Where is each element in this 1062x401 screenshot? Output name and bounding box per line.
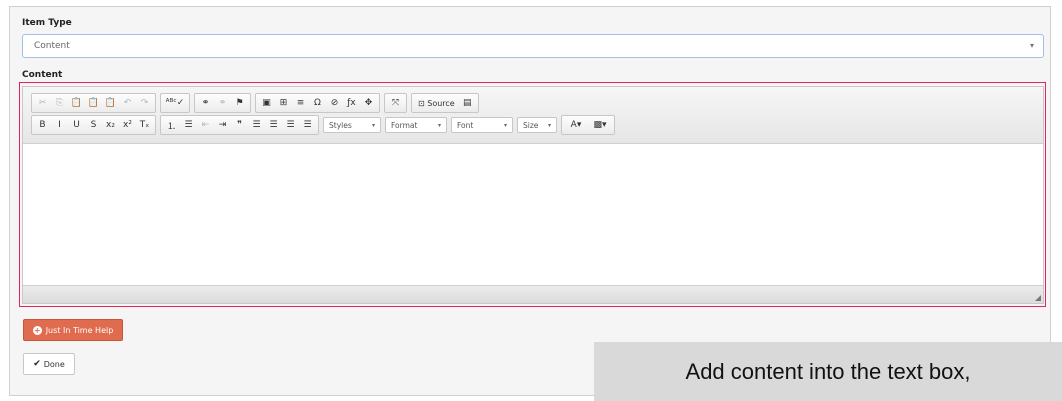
align-justify-icon[interactable]: ☰ — [299, 117, 316, 133]
spellcheck-icon[interactable]: ᴬᴮᶜ✓ — [163, 95, 187, 111]
table-icon[interactable]: ⊞ — [275, 95, 292, 111]
special-char-icon[interactable]: Ω — [309, 95, 326, 111]
cut-icon[interactable]: ✂ — [34, 95, 51, 111]
paste-word-icon[interactable]: 📋 — [102, 95, 119, 111]
strikethrough-icon[interactable]: S — [85, 117, 102, 133]
bulleted-list-icon[interactable]: ☰ — [180, 117, 197, 133]
underline-icon[interactable]: U — [68, 117, 85, 133]
editor-content-area[interactable] — [23, 144, 1043, 285]
toolbar-group-2-1: ⒈ ☰ ⇤ ⇥ ❞ ☰ ☰ ☰ ☰ — [160, 115, 319, 135]
copy-icon[interactable]: ⎘ — [51, 95, 68, 111]
unlink-icon[interactable]: ⚭ — [214, 95, 231, 111]
paste-icon[interactable]: 📋 — [68, 95, 85, 111]
numbered-list-icon[interactable]: ⒈ — [163, 117, 180, 133]
toolbar-row-2: B I U Sx₂ x² Tₓ ⒈ ☰ ⇤ ⇥ ❞ ☰ ☰ ☰ ☰ Styles ▾ Format ▾ Font ▾ Si… — [31, 115, 615, 135]
toolbar-group-2-0: B I U Sx₂ x² Tₓ — [31, 115, 156, 135]
preview-icon[interactable]: ▤ — [459, 95, 476, 111]
toolbar-group-colors: A▾ ▩▾ — [561, 115, 615, 135]
toolbar-group-1-3: ▣ ⊞ ≡ Ω ⊘ ƒx ✥ — [255, 93, 380, 113]
font-dropdown[interactable]: Font ▾ — [451, 117, 513, 133]
align-center-icon[interactable]: ☰ — [265, 117, 282, 133]
rich-text-editor: ✂ ⎘ 📋 📋 📋 ↶ ↷ ᴬᴮᶜ✓ ⚭ ⚭ ⚑ ▣ ⊞ ≡ Ω ⊘ ƒx ✥ ⤧ ⊡ Source ▤ B I U Sx₂ x… — [22, 86, 1044, 304]
anchor-flag-icon[interactable]: ⚑ — [231, 95, 248, 111]
remove-format-icon[interactable]: Tₓ — [136, 117, 153, 133]
superscript-icon[interactable]: x² — [119, 117, 136, 133]
just-in-time-help-button[interactable]: + Just In Time Help — [23, 319, 123, 341]
text-color-icon[interactable]: A▾ — [564, 117, 588, 133]
align-right-icon[interactable]: ☰ — [282, 117, 299, 133]
redo-icon[interactable]: ↷ — [136, 95, 153, 111]
subscript-icon[interactable]: x₂ — [102, 117, 119, 133]
toolbar-group-source: ⊡ Source ▤ — [411, 93, 479, 113]
anchor-icon[interactable]: ✥ — [360, 95, 377, 111]
chevron-down-icon: ▾ — [1029, 41, 1034, 50]
done-button-label: Done — [43, 359, 65, 369]
blockquote-icon[interactable]: ❞ — [231, 117, 248, 133]
toolbar-group-1-1: ᴬᴮᶜ✓ — [160, 93, 190, 113]
instruction-callout: Add content into the text box, — [594, 342, 1062, 401]
help-button-label: Just In Time Help — [45, 325, 114, 335]
toolbar-group-1-4: ⤧ — [384, 93, 407, 113]
toolbar-group-1-2: ⚭ ⚭ ⚑ — [194, 93, 251, 113]
iframe-icon[interactable]: ⊘ — [326, 95, 343, 111]
maximize-icon[interactable]: ⤧ — [387, 95, 404, 111]
italic-icon[interactable]: I — [51, 117, 68, 133]
toolbar-group-1-0: ✂ ⎘ 📋 📋 📋 ↶ ↷ — [31, 93, 156, 113]
formula-icon[interactable]: ƒx — [343, 95, 360, 111]
done-button[interactable]: ✔ Done — [23, 353, 75, 375]
format-dropdown[interactable]: Format ▾ — [385, 117, 447, 133]
paste-text-icon[interactable]: 📋 — [85, 95, 102, 111]
plus-circle-icon: + — [32, 325, 42, 335]
outdent-icon[interactable]: ⇤ — [197, 117, 214, 133]
editor-status-bar — [23, 285, 1043, 303]
link-icon[interactable]: ⚭ — [197, 95, 214, 111]
checkmark-icon: ✔ — [33, 359, 41, 369]
undo-icon[interactable]: ↶ — [119, 95, 136, 111]
callout-text: Add content into the text box, — [685, 358, 971, 384]
styles-dropdown[interactable]: Styles ▾ — [323, 117, 381, 133]
bold-icon[interactable]: B — [34, 117, 51, 133]
align-left-icon[interactable]: ☰ — [248, 117, 265, 133]
indent-icon[interactable]: ⇥ — [214, 117, 231, 133]
source-button[interactable]: ⊡ Source — [414, 95, 459, 111]
background-color-icon[interactable]: ▩▾ — [588, 117, 612, 133]
toolbar-row-1: ✂ ⎘ 📋 📋 📋 ↶ ↷ ᴬᴮᶜ✓ ⚭ ⚭ ⚑ ▣ ⊞ ≡ Ω ⊘ ƒx ✥ ⤧ ⊡ Source ▤ — [31, 93, 479, 113]
item-type-label: Item Type — [22, 18, 72, 28]
item-type-select[interactable]: Content ▾ — [22, 34, 1044, 58]
editor-toolbar: ✂ ⎘ 📋 📋 📋 ↶ ↷ ᴬᴮᶜ✓ ⚭ ⚭ ⚑ ▣ ⊞ ≡ Ω ⊘ ƒx ✥ ⤧ ⊡ Source ▤ B I U Sx₂ x… — [23, 87, 1043, 144]
image-icon[interactable]: ▣ — [258, 95, 275, 111]
content-label: Content — [22, 70, 63, 80]
horizontal-line-icon[interactable]: ≡ — [292, 95, 309, 111]
size-dropdown[interactable]: Size ▾ — [517, 117, 557, 133]
item-type-value: Content — [34, 41, 70, 51]
resize-handle-icon[interactable] — [1035, 295, 1041, 301]
